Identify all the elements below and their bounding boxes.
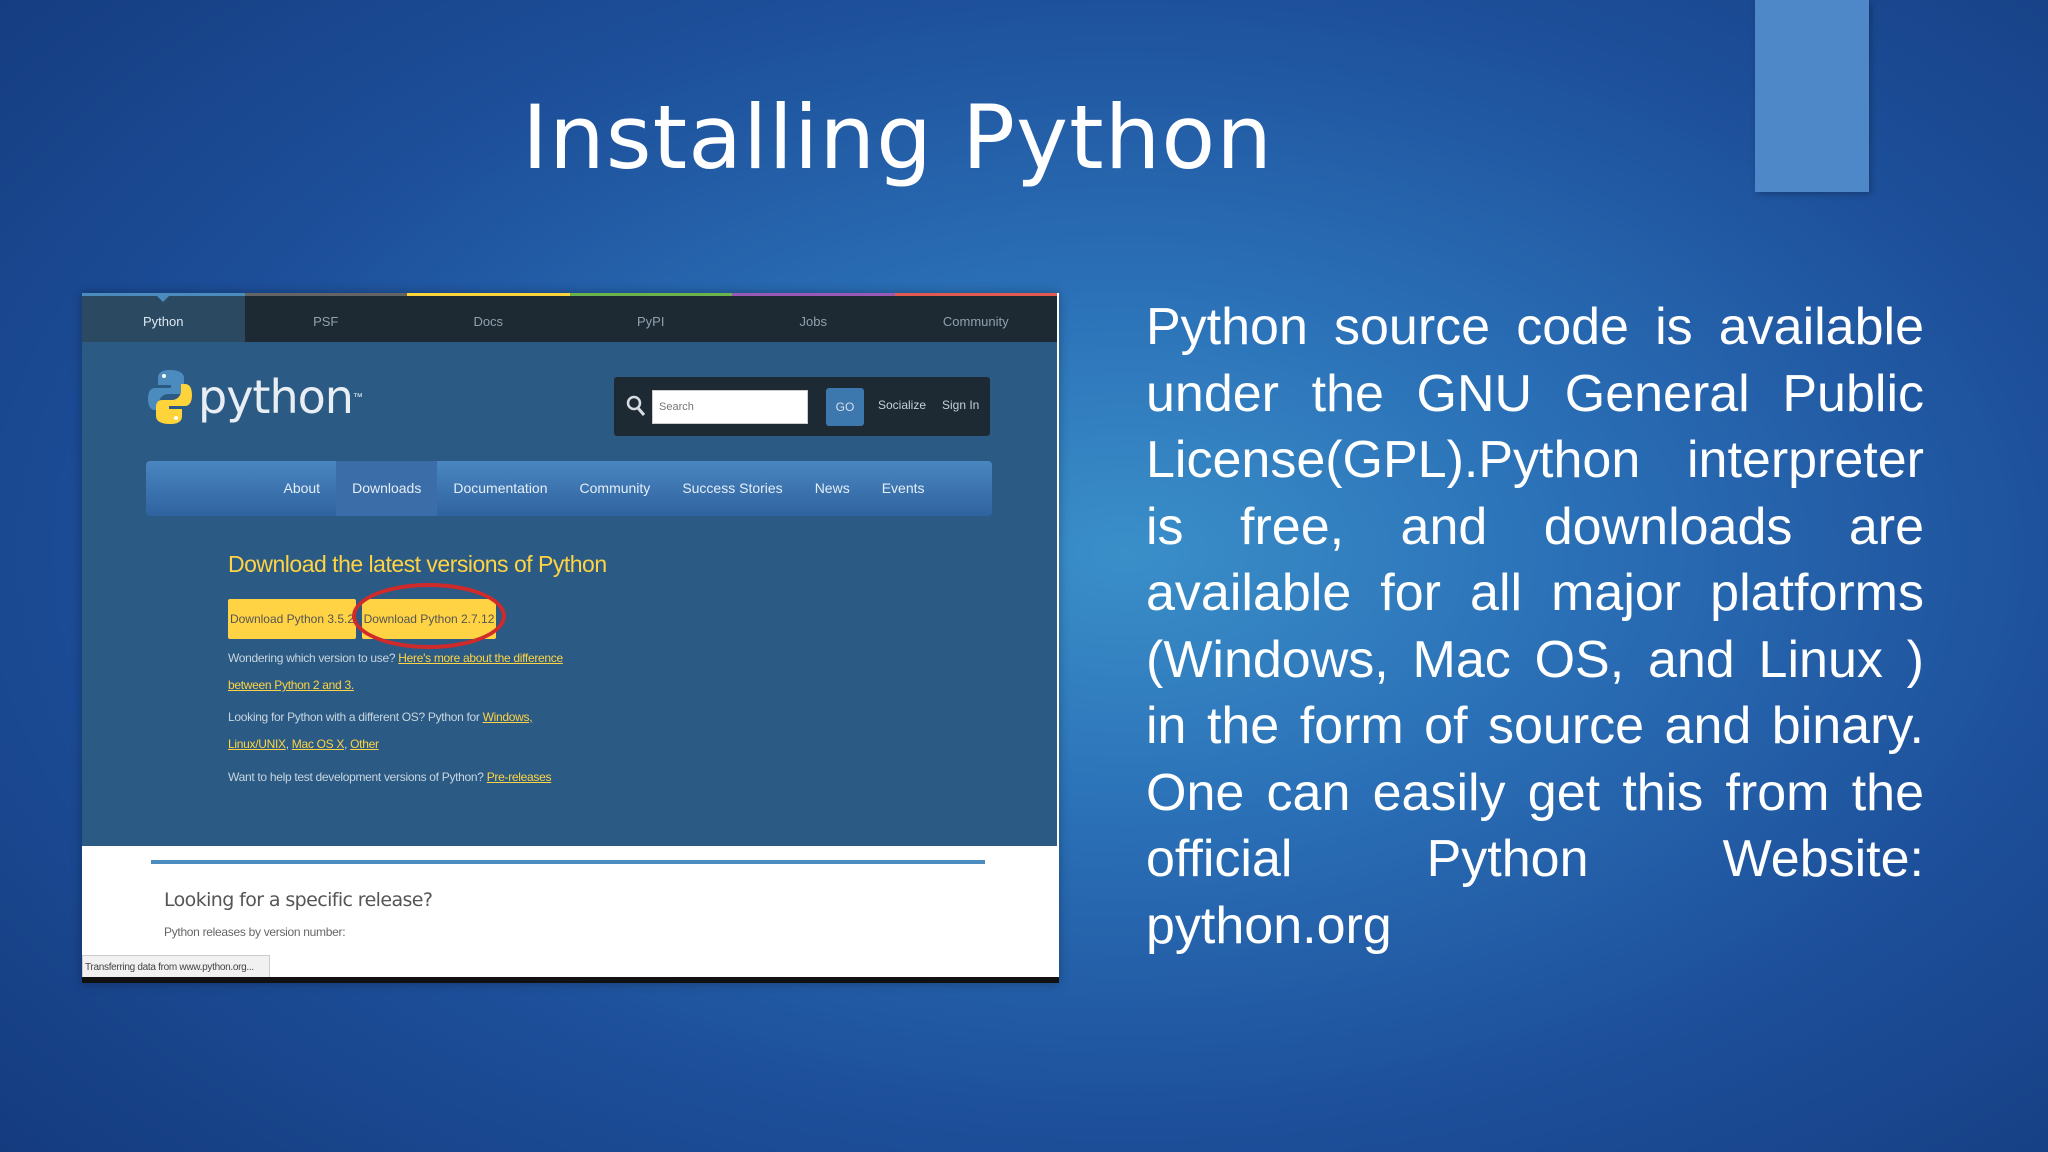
python-snake-logo-icon — [148, 368, 192, 426]
pre-releases-link[interactable]: Pre-releases — [487, 770, 552, 784]
top-tab-label: PyPI — [637, 314, 665, 329]
windows-link[interactable]: Windows, — [483, 710, 533, 724]
other-os-line-2: Linux/UNIX, Mac OS X, Other — [228, 737, 379, 751]
active-tab-caret-icon — [157, 296, 170, 302]
trademark-mark: ™ — [352, 391, 363, 403]
socialize-link[interactable]: Socialize — [878, 398, 926, 412]
top-tab-jobs[interactable]: Jobs — [732, 293, 895, 342]
python-top-tabs: Python PSF Docs PyPI Jobs Community — [82, 293, 1057, 342]
releases-by-version-label: Python releases by version number: — [164, 925, 346, 939]
sign-in-link[interactable]: Sign In — [942, 398, 979, 412]
browser-status-bar: Transferring data from www.python.org... — [82, 955, 270, 979]
python-website-screenshot: Python PSF Docs PyPI Jobs Community pyth… — [82, 293, 1059, 983]
go-button[interactable]: GO — [826, 388, 864, 426]
top-tab-python[interactable]: Python — [82, 293, 245, 342]
nav-community[interactable]: Community — [564, 461, 667, 516]
top-tab-label: PSF — [313, 314, 339, 329]
nav-downloads[interactable]: Downloads — [336, 461, 438, 516]
which-version-text: Wondering which version to use? — [228, 651, 399, 665]
top-tab-label: Community — [942, 314, 1009, 329]
other-os-text: Looking for Python with a different OS? … — [228, 710, 483, 724]
search-icon — [626, 395, 646, 422]
top-tab-label: Jobs — [799, 314, 827, 329]
python-site-header-area: Python PSF Docs PyPI Jobs Community pyth… — [82, 293, 1057, 846]
top-tab-psf[interactable]: PSF — [244, 293, 407, 342]
download-python-3-button[interactable]: Download Python 3.5.2 — [228, 599, 356, 639]
top-tab-docs[interactable]: Docs — [407, 293, 570, 342]
top-tab-label: Python — [143, 314, 184, 329]
version-difference-link[interactable]: Here's more about the difference — [398, 651, 563, 665]
python-logo-wordmark: python — [198, 370, 354, 424]
nav-success-stories[interactable]: Success Stories — [666, 461, 798, 516]
top-tab-label: Docs — [473, 314, 504, 329]
red-highlight-circle — [352, 583, 506, 649]
specific-release-heading: Looking for a specific release? — [164, 889, 433, 911]
mac-os-x-link[interactable]: Mac OS X — [292, 737, 345, 751]
nav-about[interactable]: About — [267, 461, 336, 516]
prerelease-line: Want to help test development versions o… — [228, 770, 551, 784]
other-os-line: Looking for Python with a different OS? … — [228, 710, 533, 724]
version-difference-link-2[interactable]: between Python 2 and 3. — [228, 678, 354, 692]
search-bar: GO Socialize Sign In — [614, 377, 990, 436]
screenshot-bottom-edge — [82, 977, 1059, 983]
python-logo[interactable]: python ™ — [148, 368, 363, 426]
main-navigation: About Downloads Documentation Community … — [146, 461, 992, 516]
which-version-line: Wondering which version to use? Here's m… — [228, 651, 563, 665]
prerelease-text: Want to help test development versions o… — [228, 770, 487, 784]
other-os-link[interactable]: Other — [350, 737, 379, 751]
slide-title: Installing Python — [522, 86, 1273, 189]
nav-news[interactable]: News — [799, 461, 866, 516]
top-tab-community[interactable]: Community — [894, 293, 1057, 342]
nav-documentation[interactable]: Documentation — [437, 461, 563, 516]
top-tab-pypi[interactable]: PyPI — [569, 293, 732, 342]
slide-body-paragraph: Python source code is available under th… — [1146, 298, 1924, 955]
search-input[interactable] — [652, 390, 808, 424]
download-heading: Download the latest versions of Python — [228, 551, 607, 577]
section-divider — [151, 860, 985, 864]
which-version-line-2: between Python 2 and 3. — [228, 678, 354, 692]
nav-events[interactable]: Events — [866, 461, 941, 516]
linux-unix-link[interactable]: Linux/UNIX — [228, 737, 286, 751]
